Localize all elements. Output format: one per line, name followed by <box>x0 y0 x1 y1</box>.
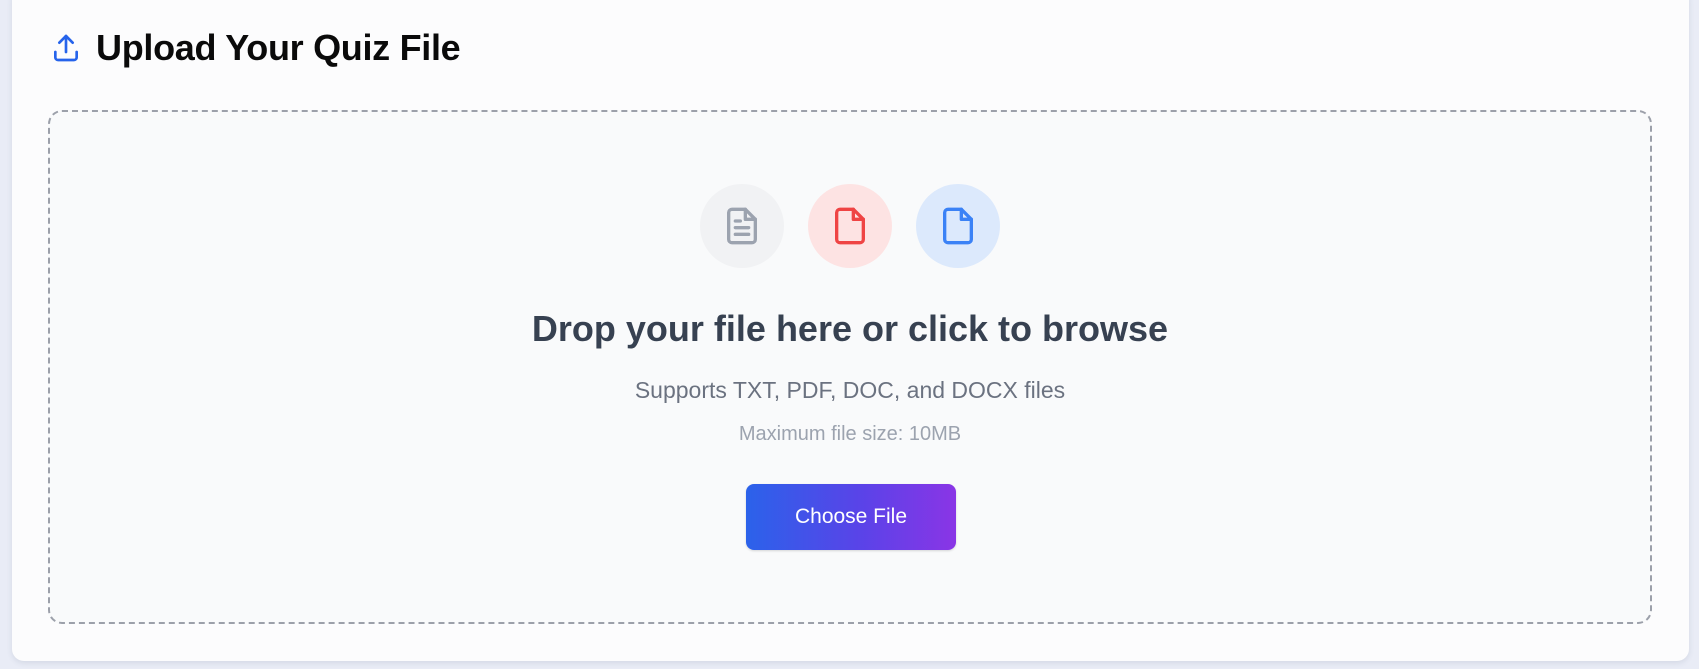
upload-header: Upload Your Quiz File <box>48 27 461 68</box>
upload-icon <box>48 30 84 66</box>
file-pdf-icon <box>808 184 892 268</box>
file-type-icons <box>50 184 1650 268</box>
choose-file-button[interactable]: Choose File <box>746 484 956 550</box>
file-text-icon <box>700 184 784 268</box>
file-doc-icon <box>916 184 1000 268</box>
max-file-size-text: Maximum file size: 10MB <box>738 423 962 445</box>
dropzone-title: Drop your file here or click to browse <box>531 308 1169 349</box>
file-dropzone[interactable]: Drop your file here or click to browse S… <box>48 110 1652 624</box>
supported-formats-text: Supports TXT, PDF, DOC, and DOCX files <box>634 377 1066 403</box>
page-title: Upload Your Quiz File <box>96 27 461 68</box>
